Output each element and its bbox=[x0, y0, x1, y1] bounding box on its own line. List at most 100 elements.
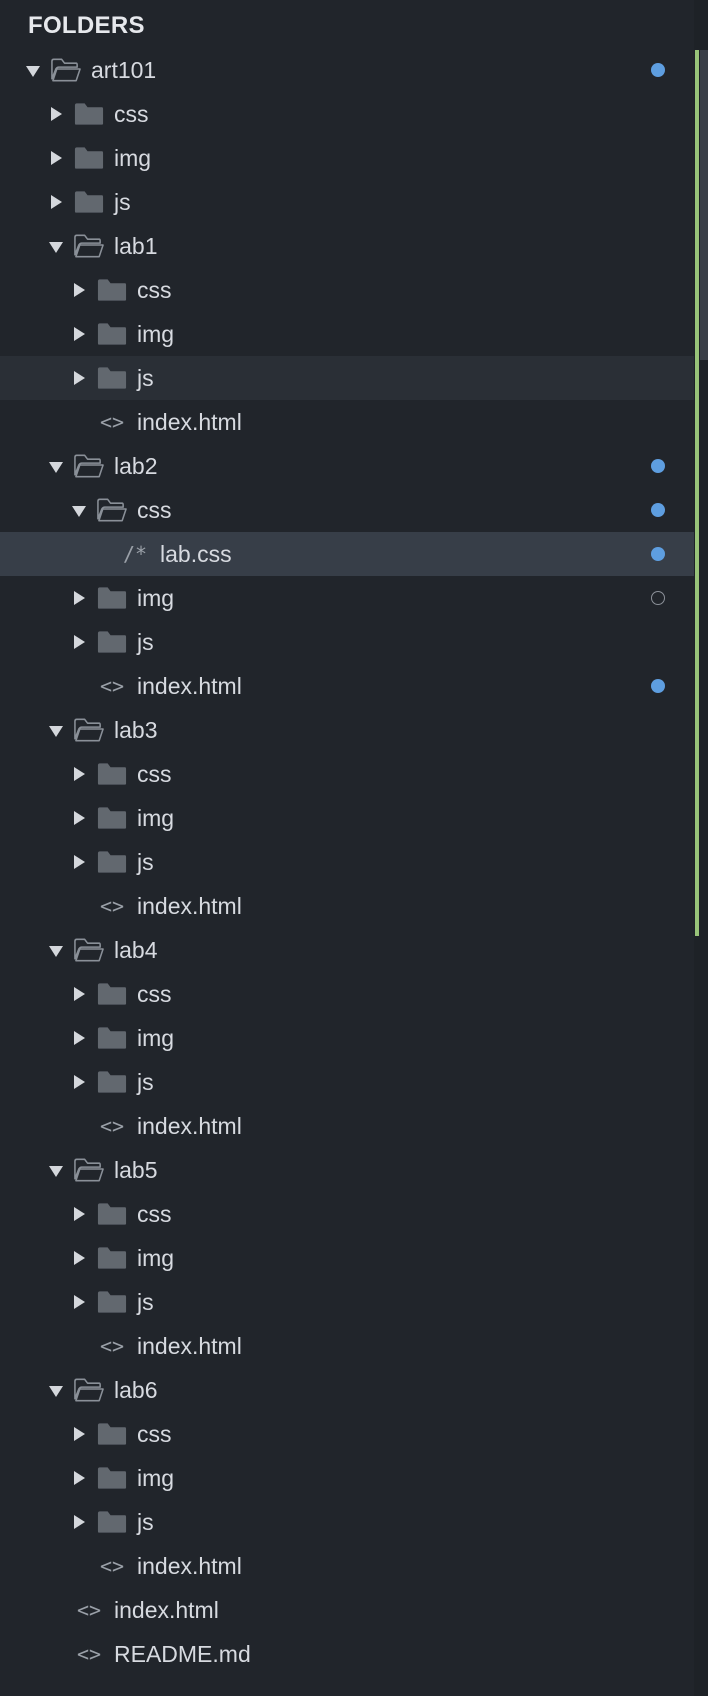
folder-row[interactable]: lab4 bbox=[0, 928, 694, 972]
git-status-bar bbox=[695, 50, 699, 936]
folder-name: img bbox=[137, 1245, 175, 1271]
file-name: index.html bbox=[137, 1333, 242, 1359]
chevron-down-icon[interactable] bbox=[49, 242, 63, 253]
chevron-right-icon[interactable] bbox=[74, 855, 85, 869]
chevron-right-icon[interactable] bbox=[74, 591, 85, 605]
folder-row[interactable]: img bbox=[0, 1236, 694, 1280]
folder-icon bbox=[97, 279, 127, 301]
chevron-down-icon[interactable] bbox=[49, 462, 63, 473]
folder-row[interactable]: img bbox=[0, 1016, 694, 1060]
folder-row[interactable]: js bbox=[0, 180, 694, 224]
chevron-right-icon[interactable] bbox=[74, 1427, 85, 1441]
scrollbar-thumb[interactable] bbox=[700, 50, 708, 360]
file-row[interactable]: <> index.html bbox=[0, 1588, 694, 1632]
chevron-right-icon[interactable] bbox=[74, 635, 85, 649]
chevron-right-icon[interactable] bbox=[74, 283, 85, 297]
folder-icon bbox=[74, 147, 104, 169]
chevron-right-icon[interactable] bbox=[74, 1471, 85, 1485]
folder-icon bbox=[97, 983, 127, 1005]
code-brackets-icon: <> bbox=[99, 1334, 125, 1358]
folder-row[interactable]: css bbox=[0, 1192, 694, 1236]
folder-name: css bbox=[137, 277, 172, 303]
folder-row[interactable]: js bbox=[0, 1280, 694, 1324]
folder-name: img bbox=[114, 145, 152, 171]
file-row[interactable]: <> index.html bbox=[0, 1104, 694, 1148]
folder-row[interactable]: img bbox=[0, 312, 694, 356]
chevron-right-icon[interactable] bbox=[74, 767, 85, 781]
folder-name: lab2 bbox=[114, 453, 158, 479]
chevron-down-icon[interactable] bbox=[49, 1386, 63, 1397]
folder-row[interactable]: css bbox=[0, 92, 694, 136]
chevron-right-icon[interactable] bbox=[74, 1251, 85, 1265]
folder-row[interactable]: lab5 bbox=[0, 1148, 694, 1192]
chevron-down-icon[interactable] bbox=[26, 66, 40, 77]
chevron-right-icon[interactable] bbox=[74, 1031, 85, 1045]
folder-name: js bbox=[137, 849, 154, 875]
folder-row[interactable]: js bbox=[0, 1500, 694, 1544]
folders-sidebar: FOLDERS art101 css img js lab1 css img js <> inde… bbox=[0, 0, 708, 1696]
folder-name: css bbox=[137, 981, 172, 1007]
folder-icon bbox=[97, 1467, 127, 1489]
comment-icon: /* bbox=[122, 542, 148, 566]
folder-row[interactable]: js bbox=[0, 1060, 694, 1104]
file-tree: art101 css img js lab1 css img js <> index.html la… bbox=[0, 48, 694, 1676]
folder-row[interactable]: css bbox=[0, 752, 694, 796]
folder-open-icon bbox=[74, 234, 104, 258]
folder-name: js bbox=[114, 189, 131, 215]
folder-icon bbox=[97, 323, 127, 345]
folder-open-icon bbox=[74, 718, 104, 742]
chevron-right-icon[interactable] bbox=[74, 811, 85, 825]
folder-icon bbox=[97, 587, 127, 609]
file-row[interactable]: <> index.html bbox=[0, 884, 694, 928]
file-name: README.md bbox=[114, 1641, 251, 1667]
code-brackets-icon: <> bbox=[99, 1114, 125, 1138]
folder-row[interactable]: css bbox=[0, 972, 694, 1016]
folder-icon bbox=[97, 1511, 127, 1533]
folder-row[interactable]: lab2 bbox=[0, 444, 694, 488]
folder-name: js bbox=[137, 629, 154, 655]
chevron-right-icon[interactable] bbox=[74, 371, 85, 385]
chevron-down-icon[interactable] bbox=[49, 726, 63, 737]
folder-row[interactable]: css bbox=[0, 268, 694, 312]
file-row[interactable]: /* lab.css bbox=[0, 532, 694, 576]
folder-row[interactable]: css bbox=[0, 1412, 694, 1456]
chevron-right-icon[interactable] bbox=[51, 151, 62, 165]
folder-row[interactable]: lab6 bbox=[0, 1368, 694, 1412]
folder-row[interactable]: lab3 bbox=[0, 708, 694, 752]
folder-row[interactable]: img bbox=[0, 136, 694, 180]
folder-row[interactable]: img bbox=[0, 796, 694, 840]
folder-row[interactable]: art101 bbox=[0, 48, 694, 92]
chevron-down-icon[interactable] bbox=[49, 946, 63, 957]
folder-row[interactable]: img bbox=[0, 1456, 694, 1500]
folder-row[interactable]: js bbox=[0, 356, 694, 400]
file-row[interactable]: <> index.html bbox=[0, 1324, 694, 1368]
chevron-down-icon[interactable] bbox=[72, 506, 86, 517]
folder-row[interactable]: js bbox=[0, 620, 694, 664]
file-row[interactable]: <> index.html bbox=[0, 400, 694, 444]
folder-row[interactable]: js bbox=[0, 840, 694, 884]
folder-row[interactable]: img bbox=[0, 576, 694, 620]
chevron-right-icon[interactable] bbox=[51, 107, 62, 121]
folder-row[interactable]: css bbox=[0, 488, 694, 532]
folder-name: img bbox=[137, 1465, 175, 1491]
chevron-right-icon[interactable] bbox=[74, 327, 85, 341]
file-name: lab.css bbox=[160, 541, 232, 567]
folder-open-icon bbox=[74, 454, 104, 478]
chevron-right-icon[interactable] bbox=[74, 987, 85, 1001]
code-brackets-icon: <> bbox=[99, 1554, 125, 1578]
chevron-down-icon[interactable] bbox=[49, 1166, 63, 1177]
folder-row[interactable]: lab1 bbox=[0, 224, 694, 268]
folder-name: js bbox=[137, 1069, 154, 1095]
chevron-right-icon[interactable] bbox=[74, 1207, 85, 1221]
folder-name: img bbox=[137, 321, 175, 347]
file-row[interactable]: <> index.html bbox=[0, 1544, 694, 1588]
file-row[interactable]: <> README.md bbox=[0, 1632, 694, 1676]
file-row[interactable]: <> index.html bbox=[0, 664, 694, 708]
dot-icon bbox=[651, 547, 665, 561]
chevron-right-icon[interactable] bbox=[74, 1075, 85, 1089]
chevron-right-icon[interactable] bbox=[74, 1295, 85, 1309]
chevron-right-icon[interactable] bbox=[74, 1515, 85, 1529]
chevron-right-icon[interactable] bbox=[51, 195, 62, 209]
folder-name: js bbox=[137, 1509, 154, 1535]
folder-name: css bbox=[137, 761, 172, 787]
